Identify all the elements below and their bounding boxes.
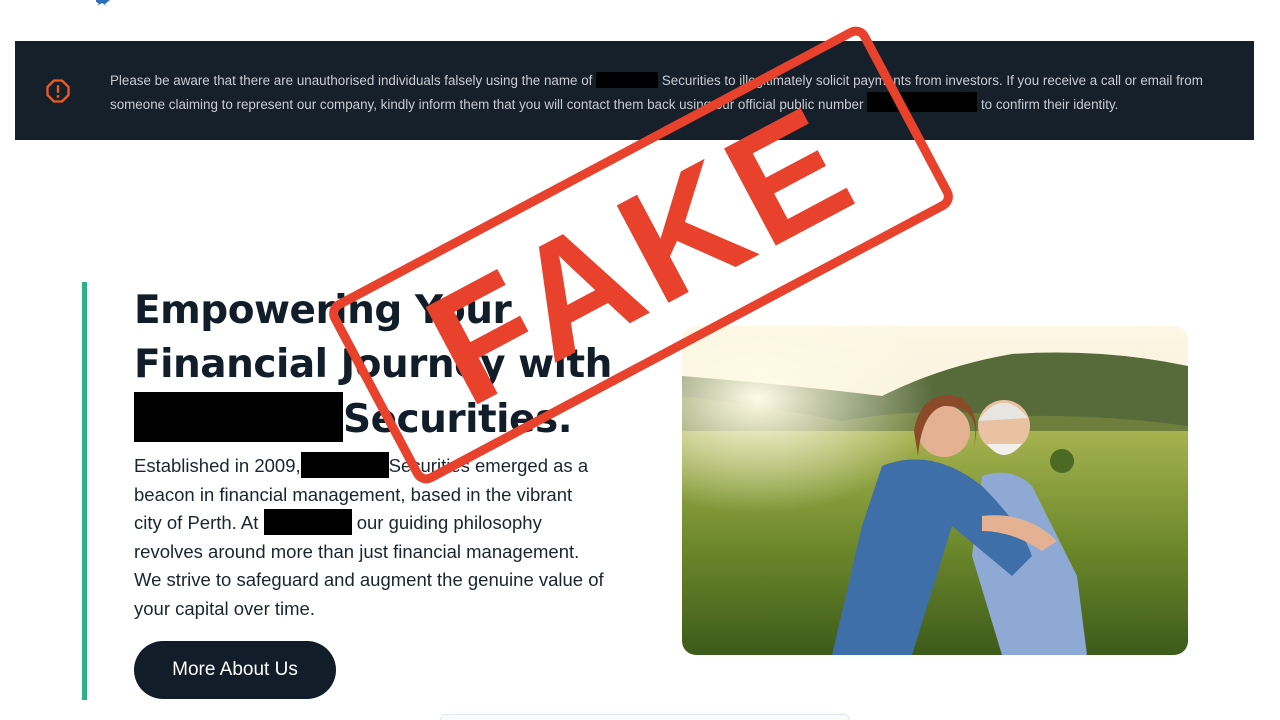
redacted-phone-number — [867, 91, 978, 112]
alert-circle-icon — [46, 79, 70, 103]
redacted-company-name — [134, 392, 343, 442]
hero-title-line2: Financial Journey with — [134, 342, 612, 387]
warning-text-line2-b: to confirm their identity. — [980, 96, 1119, 112]
hero-title-line1: Empowering Your — [134, 288, 512, 333]
hero-description: Established in 2009, Securities emerged a… — [134, 452, 604, 623]
warning-text: Please be aware that there are unauthori… — [110, 70, 1240, 115]
redacted-company-name — [596, 72, 659, 88]
hero-title: Empowering Your Financial Journey with S… — [134, 284, 654, 447]
accent-bar — [82, 282, 87, 700]
warning-text-line1-b: Securities to illegitimately solicit pay… — [661, 73, 1203, 88]
star-logo-icon[interactable] — [96, 0, 116, 6]
warning-text-line1-a: Please be aware that there are unauthori… — [110, 73, 593, 88]
hero-title-line3: Securities. — [343, 397, 573, 442]
more-about-us-button[interactable]: More About Us — [134, 641, 336, 699]
warning-text-line2-a: someone claiming to represent our compan… — [110, 96, 864, 112]
redacted-company-name — [263, 509, 352, 535]
redacted-company-name — [300, 452, 389, 478]
hero-photo — [682, 326, 1188, 655]
bottom-card-edge — [440, 714, 850, 720]
hero-description-a: Established in 2009, — [134, 455, 301, 476]
